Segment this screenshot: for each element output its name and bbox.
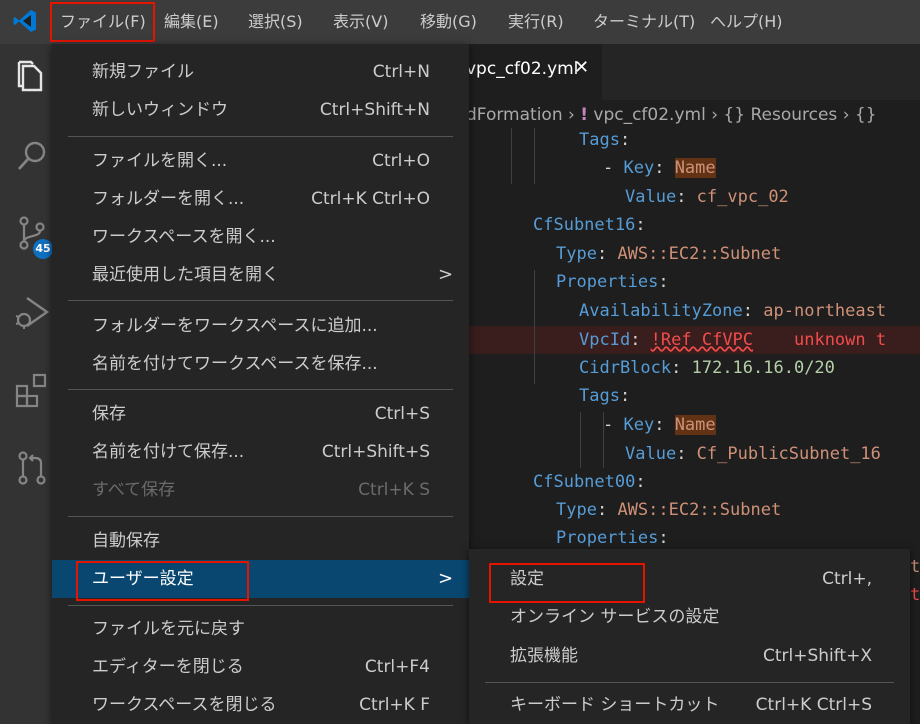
menu-item-open-file[interactable]: ファイルを開く...	[92, 142, 227, 180]
breadcrumb-chevron-icon: ›	[711, 105, 724, 125]
menu-item-save-workspace-as[interactable]: 名前を付けてワークスペースを保存...	[92, 345, 378, 383]
menu-item-new-window[interactable]: 新しいウィンドウ	[92, 91, 228, 129]
breadcrumb-file[interactable]: vpc_cf02.yml	[593, 105, 705, 125]
breadcrumb: dFormation › ! vpc_cf02.yml › {} Resourc…	[466, 103, 877, 127]
menu-edit[interactable]: 編集(E)	[164, 10, 219, 34]
breadcrumb-folder[interactable]: dFormation	[466, 105, 563, 125]
menu-item-close-editor[interactable]: エディターを閉じる	[92, 648, 244, 686]
menu-item-auto-save[interactable]: 自動保存	[92, 522, 160, 560]
shortcut-keyboard-shortcuts: Ctrl+K Ctrl+S	[755, 695, 872, 715]
code-line: CidrBlock: 172.16.16.0/20	[579, 358, 835, 378]
menu-item-open-workspace[interactable]: ワークスペースを開く...	[92, 218, 276, 256]
breadcrumb-chevron-icon: ›	[842, 105, 855, 125]
menu-item-open-recent[interactable]: 最近使用した項目を開く	[92, 256, 279, 294]
menu-run[interactable]: 実行(R)	[508, 10, 564, 34]
menu-separator	[68, 605, 453, 606]
explorer-icon[interactable]	[14, 58, 50, 94]
code-line: Tags:	[579, 130, 631, 150]
menu-item-open-folder[interactable]: フォルダーを開く...	[92, 180, 244, 218]
error-message: unknown t	[793, 330, 887, 350]
menu-separator	[485, 682, 894, 683]
code-line: - Key: Name	[603, 415, 716, 435]
menu-item-save-as[interactable]: 名前を付けて保存...	[92, 433, 244, 471]
tab-close-icon[interactable]: ✕	[574, 57, 589, 78]
menu-separator	[68, 516, 453, 517]
scm-count-badge: 45	[33, 239, 53, 259]
submenu-item-online-services[interactable]: オンライン サービスの設定	[510, 598, 719, 636]
yaml-file-icon: !	[580, 105, 588, 125]
code-line: Tags:	[579, 386, 631, 406]
indent-guide	[511, 128, 512, 184]
menu-item-save[interactable]: 保存	[92, 395, 126, 433]
code-line: Value: Cf_PublicSubnet_16	[625, 444, 881, 464]
menu-view[interactable]: 表示(V)	[333, 10, 388, 34]
shortcut-close-workspace: Ctrl+K F	[359, 695, 430, 715]
pull-request-icon[interactable]	[14, 450, 50, 486]
menu-help[interactable]: ヘルプ(H)	[710, 10, 783, 34]
breadcrumb-symbol[interactable]: {} Resources	[723, 105, 837, 125]
breadcrumb-symbol[interactable]: {}	[855, 105, 877, 125]
extensions-icon[interactable]	[14, 372, 50, 408]
indent-guide	[534, 270, 535, 384]
shortcut-new-file: Ctrl+N	[372, 62, 430, 82]
code-line: Type: AWS::EC2::Subnet	[556, 500, 782, 520]
code-line: Properties:	[556, 272, 669, 292]
menu-item-save-all: すべて保存	[92, 480, 176, 500]
shortcut-save: Ctrl+S	[374, 404, 430, 424]
shortcut-open-file: Ctrl+O	[372, 151, 430, 171]
menu-separator	[68, 389, 453, 390]
preferences-highlight-box	[76, 561, 249, 601]
code-line: - Key: Name	[603, 158, 716, 178]
shortcut-save-all: Ctrl+K S	[358, 480, 430, 500]
menu-item-revert-file[interactable]: ファイルを元に戻す	[92, 610, 245, 648]
shortcut-open-folder: Ctrl+K Ctrl+O	[311, 189, 430, 209]
code-line: CfSubnet00:	[533, 472, 646, 492]
menu-selection[interactable]: 選択(S)	[248, 10, 303, 34]
file-menu: 新規ファイル Ctrl+N 新しいウィンドウ Ctrl+Shift+N ファイル…	[52, 44, 469, 724]
code-line: AvailabilityZone: ap-northeast	[579, 301, 887, 321]
code-line: Properties:	[556, 528, 669, 548]
code-tail: t	[910, 557, 920, 577]
menu-item-add-folder-to-workspace[interactable]: フォルダーをワークスペースに追加...	[92, 307, 378, 345]
chevron-right-icon: >	[438, 264, 454, 285]
shortcut-close-editor: Ctrl+F4	[364, 657, 430, 677]
submenu-item-extensions[interactable]: 拡張機能	[510, 637, 578, 675]
breadcrumb-chevron-icon: ›	[568, 105, 581, 125]
menu-separator	[68, 300, 453, 301]
submenu-item-keyboard-shortcuts[interactable]: キーボード ショートカット	[510, 686, 719, 724]
code-line: Value: cf_vpc_02	[625, 187, 789, 207]
vscode-logo-icon	[13, 10, 36, 32]
menu-separator	[68, 136, 453, 137]
indent-guide	[534, 128, 535, 184]
code-tail: t	[910, 585, 920, 605]
shortcut-settings: Ctrl+,	[822, 569, 872, 589]
file-menu-highlight-box	[50, 2, 155, 42]
code-line: Type: AWS::EC2::Subnet	[556, 244, 782, 264]
settings-highlight-box	[489, 563, 645, 603]
menu-terminal[interactable]: ターミナル(T)	[593, 10, 695, 34]
shortcut-save-as: Ctrl+Shift+S	[321, 442, 430, 462]
code-line: CfSubnet16:	[533, 215, 646, 235]
search-icon[interactable]	[14, 138, 50, 174]
shortcut-extensions: Ctrl+Shift+X	[762, 646, 872, 666]
menu-item-close-workspace[interactable]: ワークスペースを閉じる	[92, 686, 276, 724]
menu-go[interactable]: 移動(G)	[420, 10, 477, 34]
run-debug-icon[interactable]	[14, 294, 50, 330]
tab-label[interactable]: vpc_cf02.yml	[466, 59, 578, 79]
indent-guide	[580, 412, 581, 468]
chevron-right-icon: >	[438, 568, 454, 589]
code-line: VpcId: !Ref CfVPC unknown t	[579, 330, 887, 350]
shortcut-new-window: Ctrl+Shift+N	[319, 100, 430, 120]
menu-item-new-file[interactable]: 新規ファイル	[92, 53, 194, 91]
